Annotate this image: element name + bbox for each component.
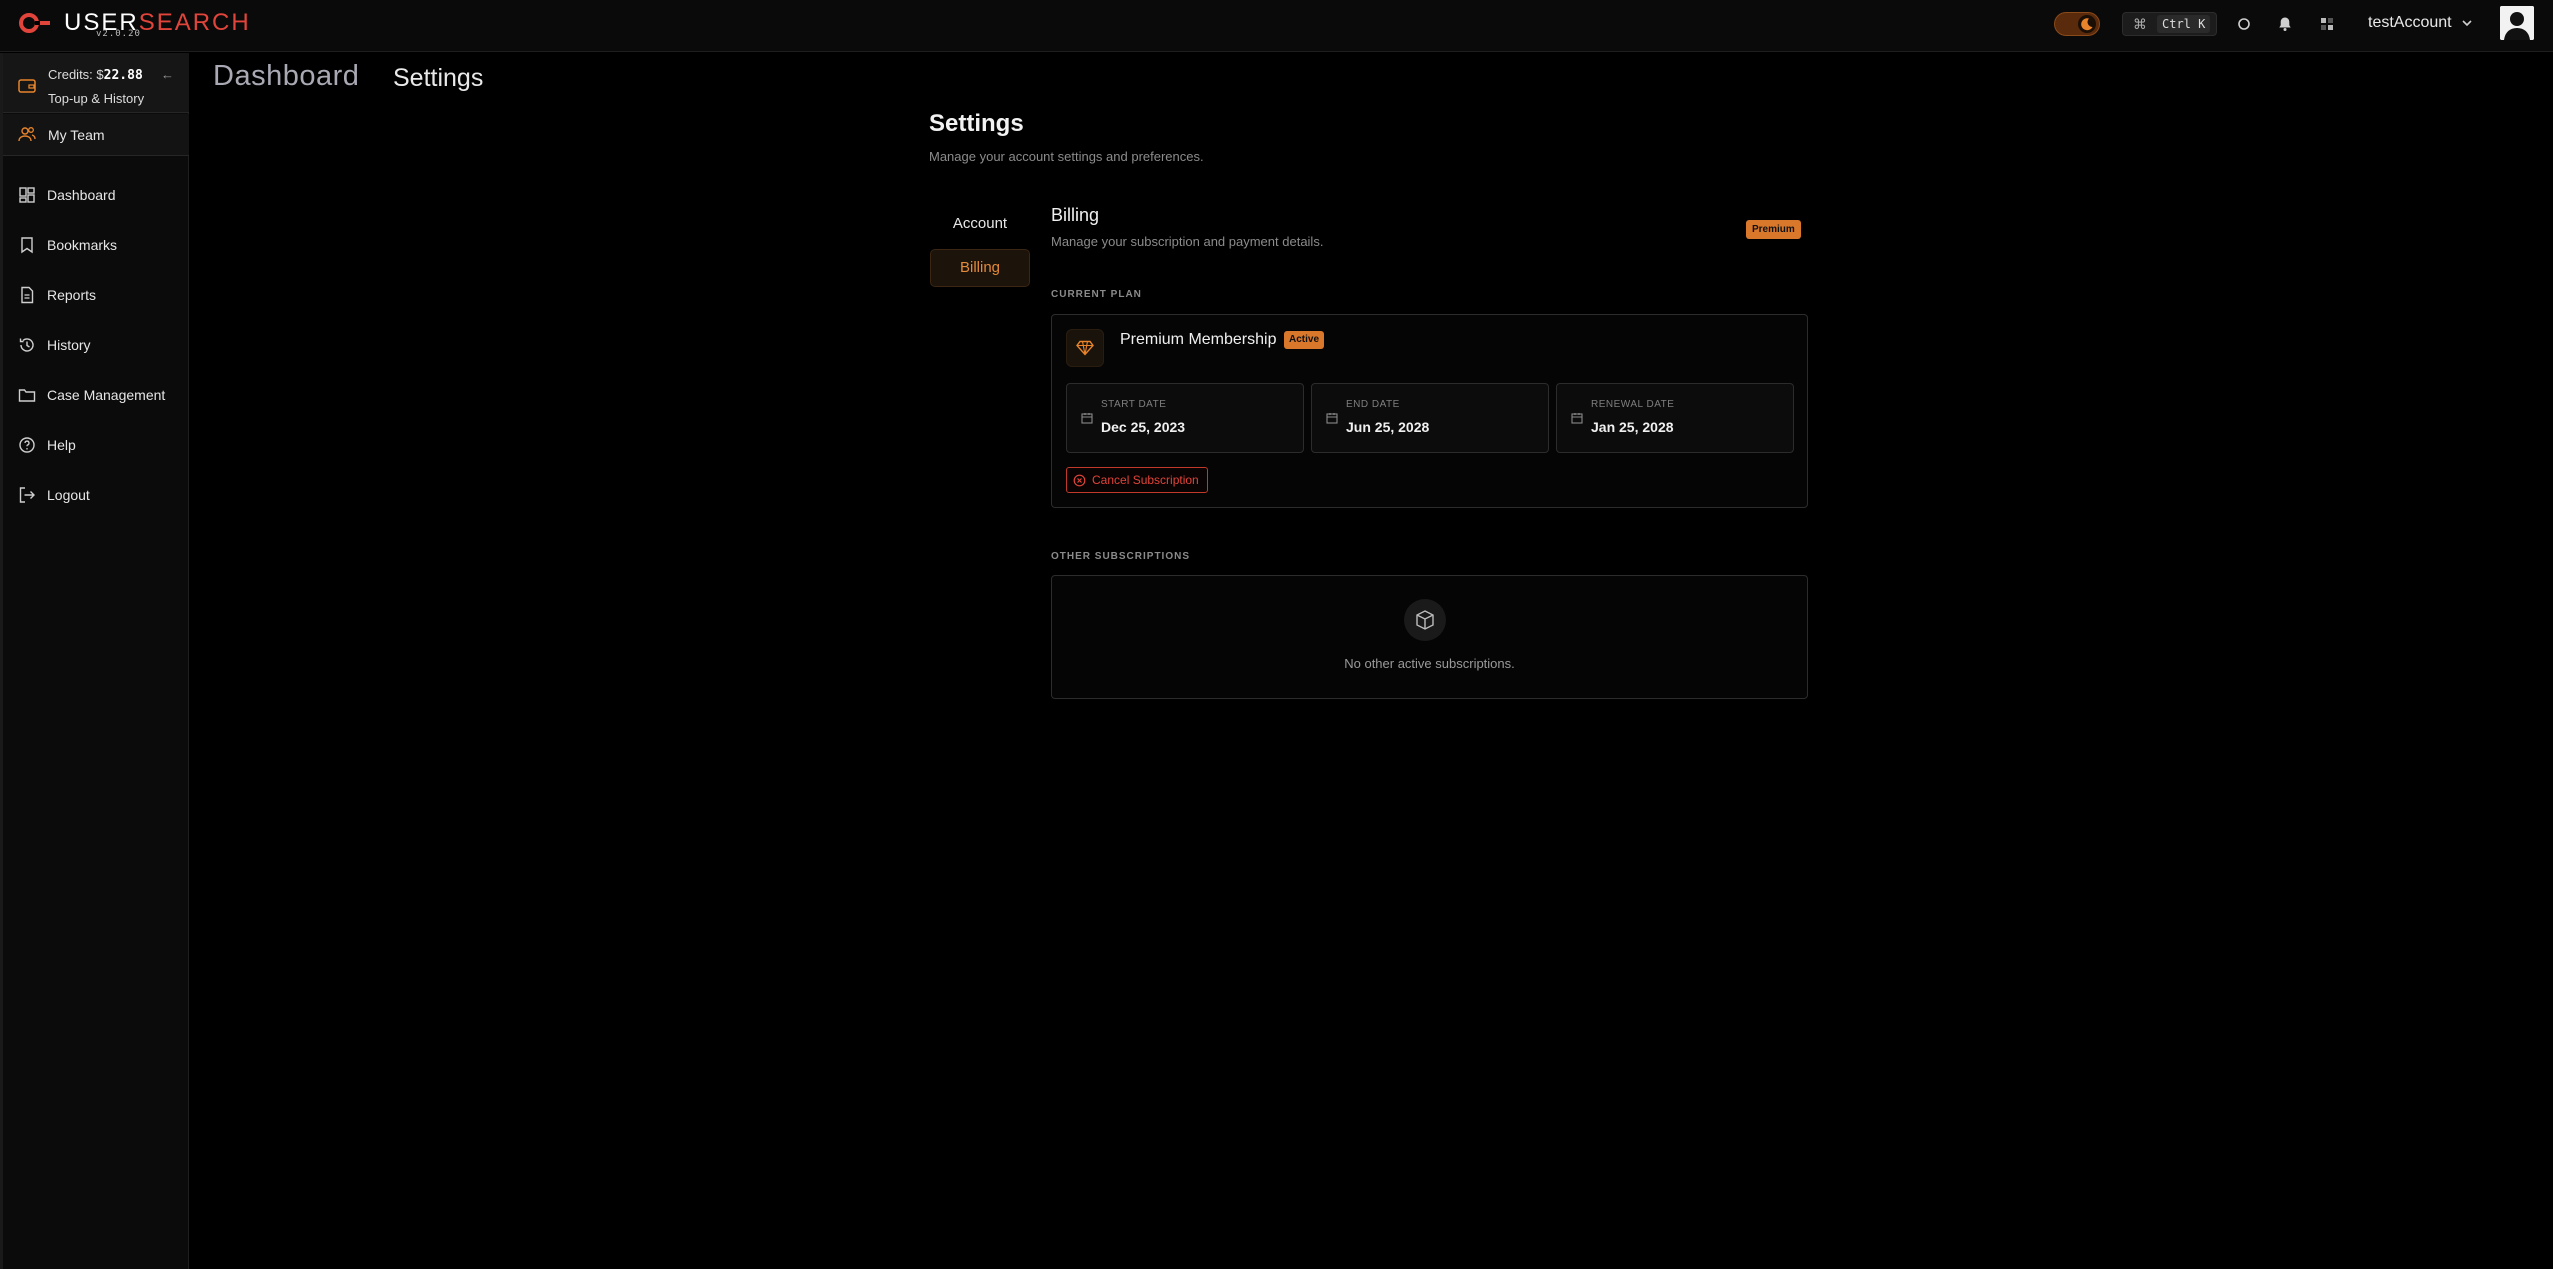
team-icon xyxy=(18,126,36,142)
breadcrumb-dashboard[interactable]: Dashboard xyxy=(213,60,359,93)
sidebar-item-label: Bookmarks xyxy=(47,237,118,253)
plan-name: Premium Membership xyxy=(1120,331,1277,348)
empty-state-text: No other active subscriptions. xyxy=(1344,656,1515,671)
sidebar-item-bookmarks[interactable]: Bookmarks xyxy=(3,228,189,262)
sidebar-item-label: Case Management xyxy=(47,387,166,403)
other-subscriptions-label: OTHER SUBSCRIPTIONS xyxy=(1051,551,1191,562)
history-icon xyxy=(18,336,36,354)
sidebar-item-logout[interactable]: Logout xyxy=(3,478,189,512)
page-subtitle: Manage your account settings and prefere… xyxy=(929,149,1204,164)
credits-panel[interactable]: Credits: $22.88 Top-up & History ← xyxy=(3,53,189,113)
status-badge: Active xyxy=(1284,331,1325,349)
wallet-icon xyxy=(18,78,36,94)
command-palette-button[interactable]: ⌘ Ctrl K xyxy=(2122,12,2217,36)
sidebar-item-help[interactable]: Help xyxy=(3,428,189,462)
sidebar-item-label: History xyxy=(47,337,91,353)
breadcrumb-settings: Settings xyxy=(393,64,484,92)
bell-icon[interactable] xyxy=(2275,14,2295,34)
logout-icon xyxy=(18,486,36,504)
dashboard-icon xyxy=(18,186,36,204)
section-subtitle: Manage your subscription and payment det… xyxy=(1051,234,1324,249)
sidebar-item-label: Help xyxy=(47,437,76,453)
avatar[interactable] xyxy=(2500,6,2534,40)
end-date-value: Jun 25, 2028 xyxy=(1346,419,1430,435)
command-icon: ⌘ xyxy=(2133,15,2147,32)
topup-link[interactable]: Top-up & History xyxy=(48,91,144,106)
tab-account[interactable]: Account xyxy=(930,212,1030,236)
sidebar-item-dashboard[interactable]: Dashboard xyxy=(3,178,189,212)
sidebar-item-reports[interactable]: Reports xyxy=(3,278,189,312)
diamond-icon xyxy=(1066,329,1104,367)
page-title: Settings xyxy=(929,110,1024,137)
section-title: Billing xyxy=(1051,205,1100,225)
chevron-down-icon xyxy=(2462,20,2472,27)
arrow-left-icon[interactable]: ← xyxy=(161,67,174,82)
account-name: testAccount xyxy=(2368,14,2452,31)
sidebar-item-my-team[interactable]: My Team xyxy=(3,114,189,156)
shortcut-keys: Ctrl K xyxy=(2157,15,2211,33)
help-icon xyxy=(18,436,36,454)
status-circle-icon[interactable] xyxy=(2234,14,2254,34)
current-plan-card: Premium Membership Active START DATE Dec… xyxy=(1051,314,1808,508)
renewal-date-box: RENEWAL DATE Jan 25, 2028 xyxy=(1556,383,1794,453)
sidebar-item-label: My Team xyxy=(48,127,105,143)
renewal-date-label: RENEWAL DATE xyxy=(1591,399,1675,410)
app-version: v2.0.20 xyxy=(96,29,141,39)
cancel-subscription-label: Cancel Subscription xyxy=(1092,473,1199,487)
sidebar-item-history[interactable]: History xyxy=(3,328,189,362)
logo-icon xyxy=(19,13,50,33)
end-date-label: END DATE xyxy=(1346,399,1400,410)
user-avatar-icon xyxy=(2500,6,2534,40)
report-icon xyxy=(18,286,36,304)
renewal-date-value: Jan 25, 2028 xyxy=(1591,419,1674,435)
package-icon xyxy=(1404,599,1446,641)
start-date-value: Dec 25, 2023 xyxy=(1101,419,1186,435)
sidebar-item-label: Dashboard xyxy=(47,187,116,203)
sidebar: Credits: $22.88 Top-up & History ← My Te… xyxy=(0,53,189,1269)
moon-icon xyxy=(2078,15,2096,33)
folder-icon xyxy=(18,386,36,404)
sidebar-item-label: Logout xyxy=(47,487,90,503)
cancel-circle-icon xyxy=(1073,474,1086,486)
theme-toggle[interactable] xyxy=(2054,12,2100,36)
sidebar-item-case-management[interactable]: Case Management xyxy=(3,378,189,412)
app-name: USERSEARCH xyxy=(64,9,251,36)
start-date-box: START DATE Dec 25, 2023 xyxy=(1066,383,1304,453)
bookmark-icon xyxy=(18,236,36,254)
tab-billing[interactable]: Billing xyxy=(930,249,1030,287)
credits-balance: Credits: $22.88 xyxy=(48,67,143,83)
premium-badge: Premium xyxy=(1746,220,1801,239)
other-subscriptions-card: No other active subscriptions. xyxy=(1051,575,1808,699)
end-date-box: END DATE Jun 25, 2028 xyxy=(1311,383,1549,453)
sidebar-item-label: Reports xyxy=(47,287,97,303)
calendar-icon xyxy=(1326,412,1338,424)
cancel-subscription-button[interactable]: Cancel Subscription xyxy=(1066,467,1208,493)
start-date-label: START DATE xyxy=(1101,399,1167,410)
calendar-icon xyxy=(1081,412,1093,424)
grid-icon[interactable] xyxy=(2317,14,2337,34)
calendar-icon xyxy=(1571,412,1583,424)
account-menu[interactable]: testAccount xyxy=(2368,14,2474,32)
current-plan-label: CURRENT PLAN xyxy=(1051,289,1142,300)
top-bar: USERSEARCH v2.0.20 ⌘ Ctrl K testAccount xyxy=(0,0,2553,52)
